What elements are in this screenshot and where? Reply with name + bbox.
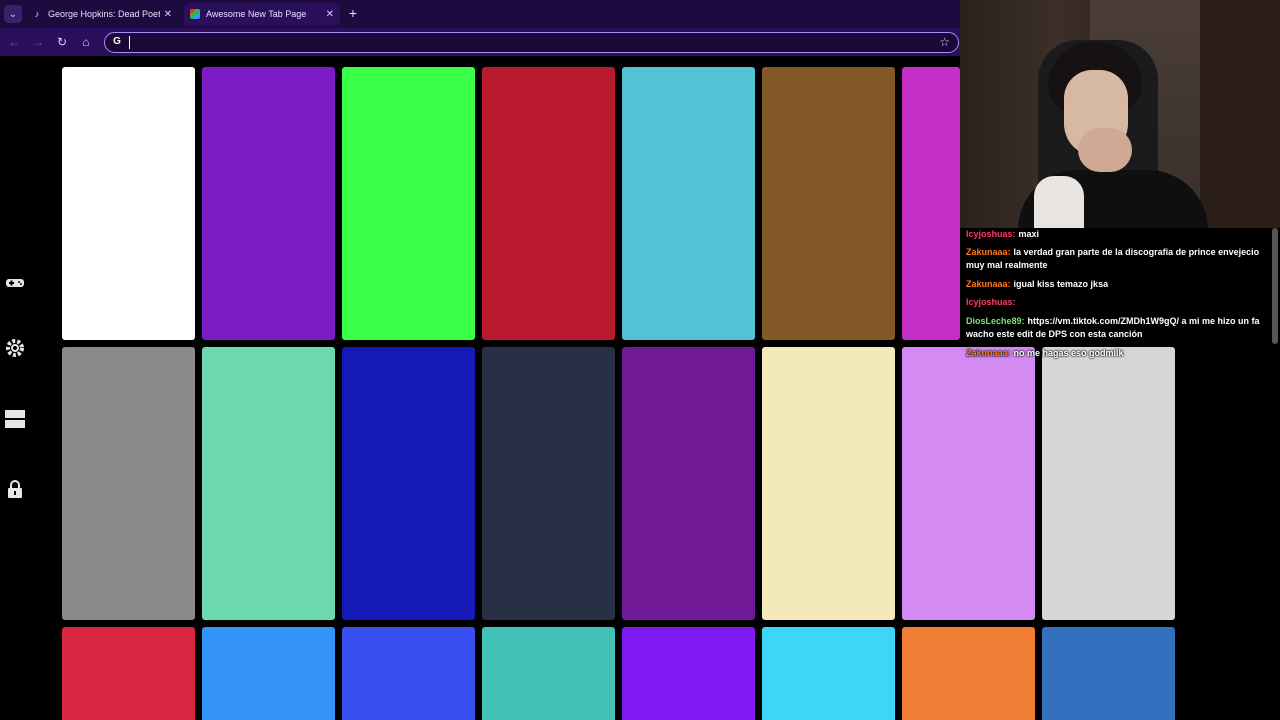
home-icon[interactable]: ⌂ xyxy=(78,34,94,50)
color-tile[interactable] xyxy=(482,627,615,720)
color-tile[interactable] xyxy=(902,347,1035,620)
color-tile[interactable] xyxy=(622,627,755,720)
chat-message: lcyjoshuas: maxi xyxy=(966,228,1266,241)
chat-username: lcyjoshuas: xyxy=(966,297,1016,307)
cam-door xyxy=(1200,0,1280,228)
chat-message: DiosLeche89: https://vm.tiktok.com/ZMDh1W… xyxy=(966,315,1266,341)
chat-username: DiosLeche89: xyxy=(966,316,1025,326)
chat-username: Zakunaaa: xyxy=(966,348,1011,358)
chat-username: Zakunaaa: xyxy=(966,279,1011,289)
bookmark-star-icon[interactable]: ☆ xyxy=(939,35,950,49)
color-tile[interactable] xyxy=(342,347,475,620)
chat-text: igual kiss temazo jksa xyxy=(1013,279,1109,289)
color-tile[interactable] xyxy=(62,67,195,340)
color-tile[interactable] xyxy=(202,627,335,720)
tab-title: George Hopkins: Dead Poets Sc xyxy=(48,9,160,19)
tab-bar: ⌄ ♪ George Hopkins: Dead Poets Sc ✕ Awes… xyxy=(0,0,960,28)
color-tile[interactable] xyxy=(622,67,755,340)
back-icon[interactable]: ← xyxy=(6,34,22,50)
color-tile[interactable] xyxy=(62,347,195,620)
color-tile[interactable] xyxy=(762,347,895,620)
gear-icon[interactable] xyxy=(4,337,26,359)
new-tab-button[interactable]: + xyxy=(346,5,360,21)
chat-scrollbar[interactable] xyxy=(1272,228,1278,344)
chat-message: Zakunaaa: la verdad gran parte de la disc… xyxy=(966,246,1266,272)
chat-text: maxi xyxy=(1018,229,1040,239)
tiktok-icon: ♪ xyxy=(34,9,40,19)
cam-person-sleeve xyxy=(1034,176,1084,228)
close-icon[interactable]: ✕ xyxy=(326,9,334,20)
screen: ⌄ ♪ George Hopkins: Dead Poets Sc ✕ Awes… xyxy=(0,0,1280,720)
colorful-grid-icon xyxy=(190,9,200,19)
color-tile[interactable] xyxy=(342,627,475,720)
close-icon[interactable]: ✕ xyxy=(164,9,172,20)
color-tile[interactable] xyxy=(762,627,895,720)
gamepad-icon[interactable] xyxy=(4,272,26,294)
tab-search-button[interactable]: ⌄ xyxy=(4,5,22,23)
color-tile[interactable] xyxy=(482,67,615,340)
color-tile[interactable] xyxy=(762,67,895,340)
color-tile[interactable] xyxy=(202,347,335,620)
tab-title: Awesome New Tab Page xyxy=(206,9,307,19)
lock-icon[interactable] xyxy=(4,478,26,500)
color-tile[interactable] xyxy=(1042,347,1175,620)
layout-icon[interactable] xyxy=(4,408,26,430)
chat-username: lcyjoshuas: xyxy=(966,229,1016,239)
chat-message: Zakunaaa: no me hagas eso godmilk xyxy=(966,347,1266,360)
color-tile[interactable] xyxy=(1042,627,1175,720)
color-tile[interactable] xyxy=(62,627,195,720)
chat-message: Zakunaaa: igual kiss temazo jksa xyxy=(966,278,1266,291)
cam-person-hand xyxy=(1078,128,1132,172)
tab-george-hopkins[interactable]: ♪ George Hopkins: Dead Poets Sc ✕ xyxy=(26,3,178,25)
tab-awesome-new-tab[interactable]: Awesome New Tab Page ✕ xyxy=(184,3,340,25)
color-tile[interactable] xyxy=(342,67,475,340)
text-caret xyxy=(129,36,130,49)
reload-icon[interactable]: ↻ xyxy=(54,34,70,50)
color-tile[interactable] xyxy=(482,347,615,620)
chat-username: Zakunaaa: xyxy=(966,247,1011,257)
chat-text: no me hagas eso godmilk xyxy=(1013,348,1124,358)
color-tile[interactable] xyxy=(902,67,960,340)
address-bar[interactable]: G ☆ xyxy=(104,32,959,53)
browser-toolbar: ← → ↻ ⌂ G ☆ xyxy=(0,28,960,56)
color-tile[interactable] xyxy=(202,67,335,340)
webcam-overlay xyxy=(960,0,1280,228)
google-icon: G xyxy=(113,36,121,47)
color-tile[interactable] xyxy=(622,347,755,620)
chat-message: lcyjoshuas: xyxy=(966,296,1266,309)
color-tile[interactable] xyxy=(902,627,1035,720)
forward-icon[interactable]: → xyxy=(30,34,46,50)
